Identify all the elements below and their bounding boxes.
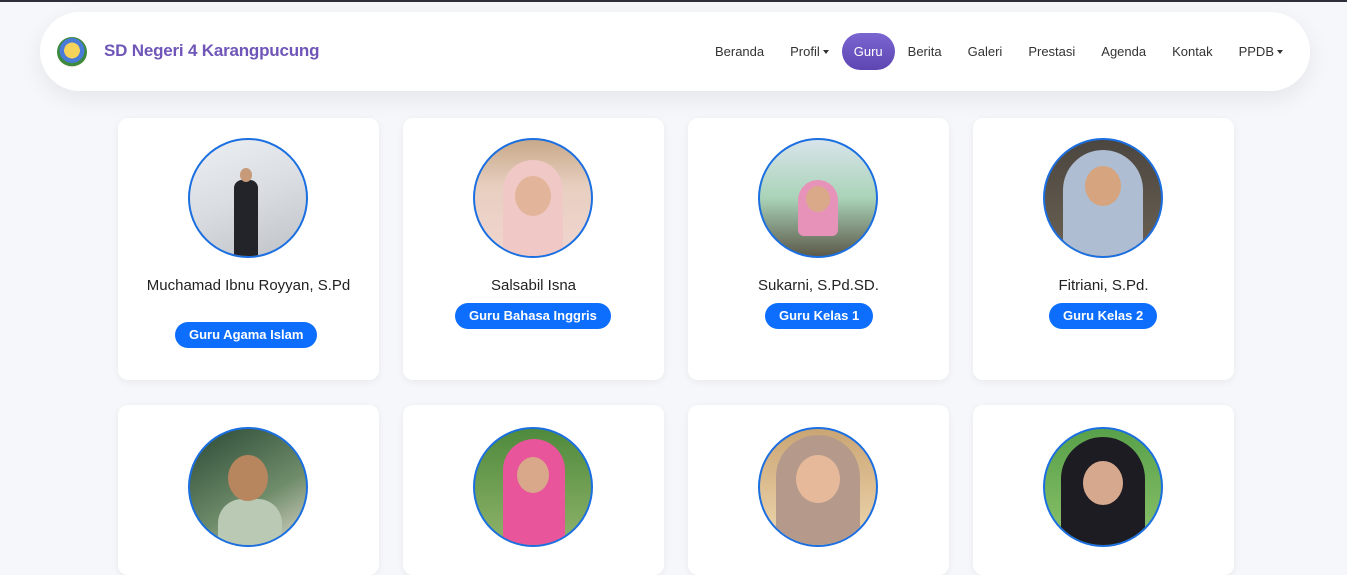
teacher-name: Muchamad Ibnu Royyan, S.Pd	[146, 277, 351, 294]
teacher-role-badge: Guru Kelas 1	[765, 303, 874, 329]
teacher-name: Salsabil Isna	[490, 277, 577, 294]
nav-galeri[interactable]: Galeri	[955, 33, 1016, 70]
teacher-role-badge: Guru Bahasa Inggris	[455, 303, 611, 329]
caret-down-icon	[822, 50, 829, 54]
nav-ppdb-label: PPDB	[1238, 44, 1274, 59]
school-logo[interactable]	[57, 37, 87, 67]
nav-berita[interactable]: Berita	[895, 33, 955, 70]
teacher-photo	[188, 138, 308, 258]
teacher-card	[403, 405, 664, 575]
teacher-photo	[188, 427, 308, 547]
nav-guru[interactable]: Guru	[841, 33, 895, 70]
teacher-card	[688, 405, 949, 575]
nav-beranda[interactable]: Beranda	[702, 33, 777, 70]
nav-agenda[interactable]: Agenda	[1088, 33, 1159, 70]
nav-profil-label: Profil	[790, 44, 820, 59]
teacher-role-badge: Guru Kelas 2	[1049, 303, 1158, 329]
nav-ppdb-dropdown[interactable]: PPDB	[1226, 33, 1296, 70]
teacher-card: Fitriani, S.Pd. Guru Kelas 2	[973, 118, 1234, 380]
nav-profil-dropdown[interactable]: Profil	[777, 33, 842, 70]
teacher-photo	[758, 427, 878, 547]
teacher-card	[973, 405, 1234, 575]
nav-kontak[interactable]: Kontak	[1159, 33, 1225, 70]
nav-prestasi[interactable]: Prestasi	[1015, 33, 1088, 70]
nav-menu: Beranda Profil Guru Berita Galeri Presta…	[702, 33, 1310, 70]
caret-down-icon	[1277, 50, 1283, 54]
teacher-role-badge: Guru Agama Islam	[175, 322, 318, 348]
teacher-name: Sukarni, S.Pd.SD.	[758, 277, 879, 294]
teacher-card: Sukarni, S.Pd.SD. Guru Kelas 1	[688, 118, 949, 380]
teacher-photo	[473, 138, 593, 258]
teacher-photo	[473, 427, 593, 547]
navbar: SD Negeri 4 Karangpucung Beranda Profil …	[40, 12, 1310, 91]
teacher-photo	[1043, 427, 1163, 547]
teacher-name: Fitriani, S.Pd.	[1058, 277, 1149, 294]
teacher-card: Muchamad Ibnu Royyan, S.Pd Guru Agama Is…	[118, 118, 379, 380]
teacher-photo	[1043, 138, 1163, 258]
teacher-card	[118, 405, 379, 575]
site-brand[interactable]: SD Negeri 4 Karangpucung	[104, 41, 319, 61]
top-border	[0, 0, 1347, 2]
teacher-photo	[758, 138, 878, 258]
teacher-card: Salsabil Isna Guru Bahasa Inggris	[403, 118, 664, 380]
